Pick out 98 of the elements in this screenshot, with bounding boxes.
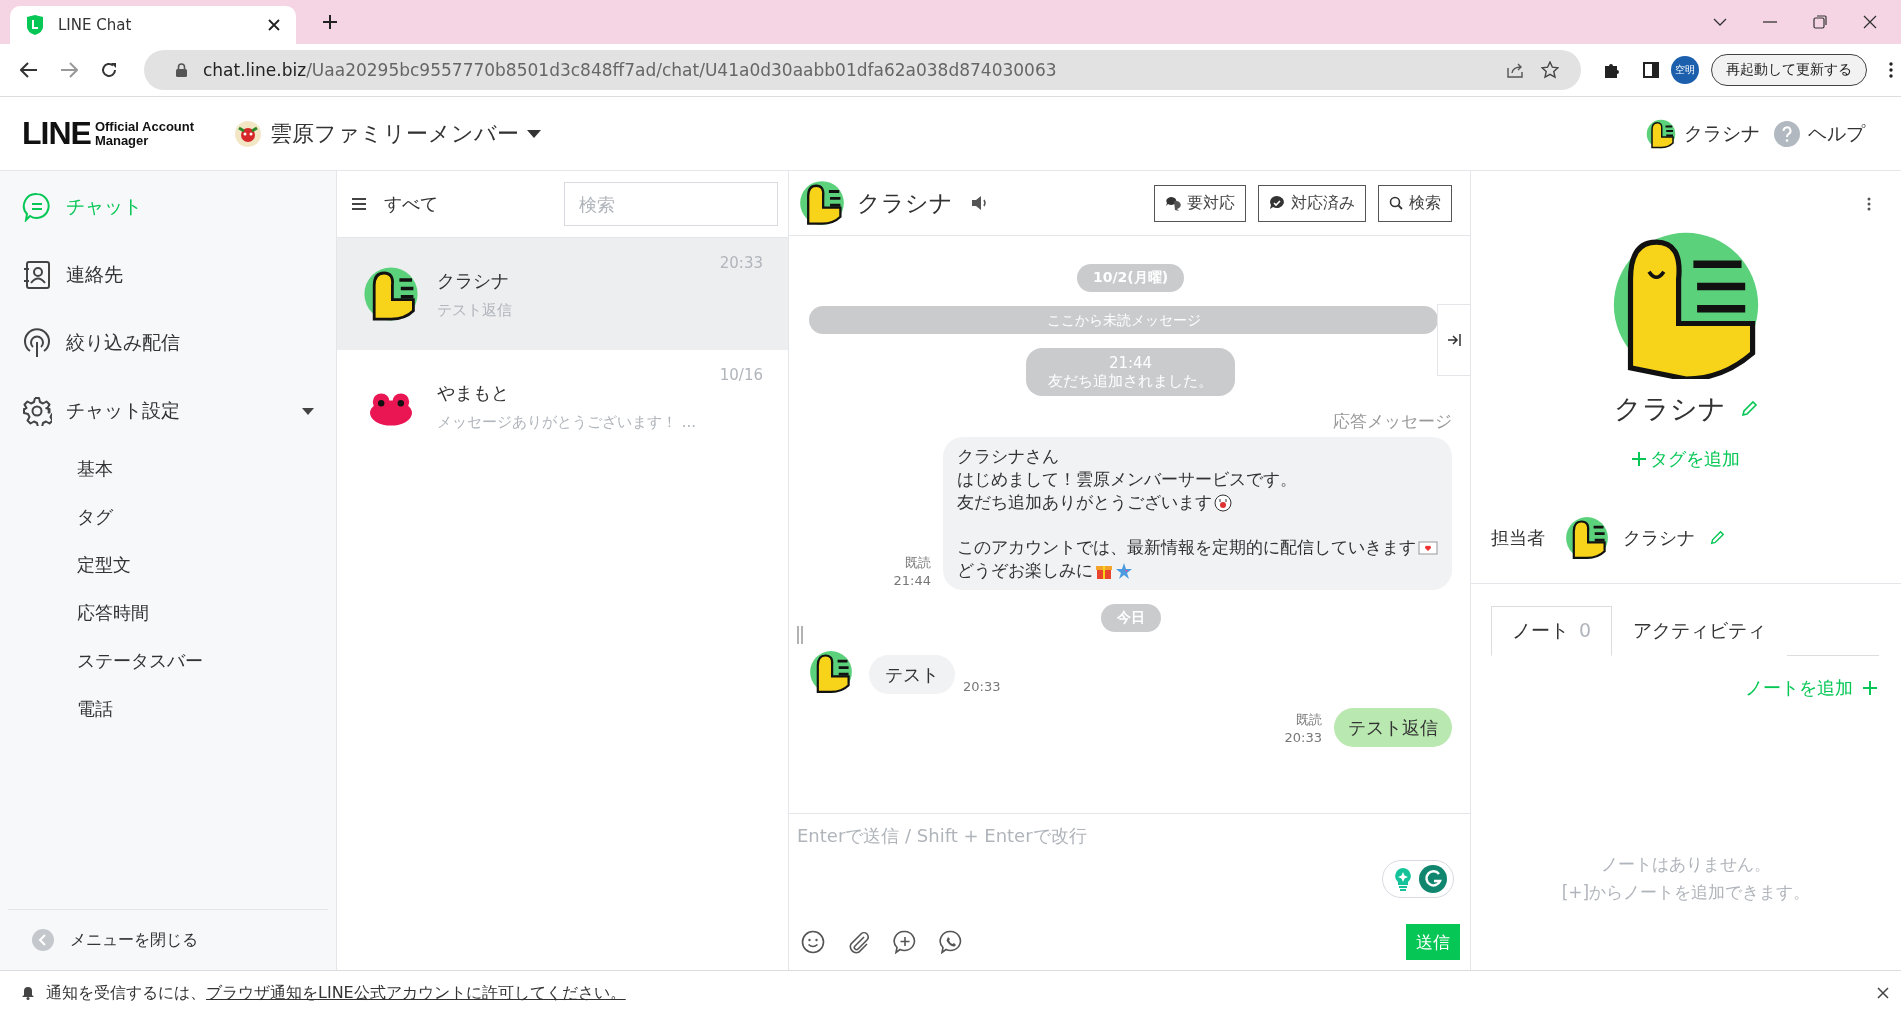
speech-bubbles-icon [1165,195,1181,211]
message-time: 20:33 [719,254,763,272]
sidebar-item[interactable]: 連絡先 [0,241,336,309]
bell-icon [22,986,34,1000]
sidebar-subitem[interactable]: 電話 [0,685,336,733]
message-bubble: クラシナさん はじめまして！雲原メンバーサービスです。 友だち追加ありがとうございます このアカウントでは、最新情報を定期的に配信していきます どうぞお楽しみに [943,437,1452,590]
read-status: 既読 [1296,711,1322,729]
user-avatar-drawing [1646,118,1676,149]
plus-icon [1632,452,1646,466]
envelope-emoji-icon [1418,539,1438,556]
chevron-down-icon[interactable] [1713,18,1727,26]
caret-icon [527,129,542,138]
message-time: 20:33 [963,679,1001,694]
profile-name: クラシナ [1614,392,1726,426]
chat-contact-name: クラシナ [857,188,953,218]
contact-name: クラシナ [437,268,510,293]
close-icon[interactable] [1877,987,1889,999]
panel-toggle-button[interactable] [1437,304,1470,376]
notice-text: 通知を受信するには、ブラウザ通知をLINE公式アカウントに許可してください。 [46,982,626,1004]
notice-link[interactable]: ブラウザ通知をLINE公式アカウントに許可してください。 [206,982,626,1002]
plus-icon [1863,681,1877,695]
phone-call-icon[interactable] [939,930,963,954]
emoji-icon[interactable] [801,930,825,954]
more-icon[interactable] [1889,62,1893,78]
logo-text: LINE [22,115,91,152]
side-panel-icon[interactable] [1643,62,1659,78]
chat-action-button[interactable]: 要対応 [1154,184,1246,222]
filter-label[interactable]: すべて [384,192,438,216]
sidebar-subitem[interactable]: タグ [0,493,336,541]
search-field[interactable]: 検索 [564,182,778,226]
add-message-icon[interactable] [893,930,917,954]
star-emoji-icon [1115,561,1133,580]
smiley-emoji-icon [1214,493,1232,512]
assignee-name: クラシナ [1623,526,1695,550]
account-avatar-icon [234,119,263,148]
chat-action-button[interactable]: 対応済み [1258,184,1366,222]
speaker-icon[interactable] [971,195,989,211]
sidebar-item[interactable]: 絞り込み配信 [0,309,336,377]
update-button[interactable]: 再起動して更新する [1711,54,1867,86]
contact-name: やまもと [437,380,510,405]
forward-icon[interactable] [60,62,78,78]
message-preview: メッセージありがとうございます！ ... [437,412,698,432]
menu-icon[interactable] [352,198,366,210]
avatar-drawing [799,180,845,226]
message-bubble: テスト返信 [1334,708,1452,747]
back-icon[interactable] [20,62,38,78]
avatar-drawing [363,266,419,322]
share-icon[interactable] [1507,62,1525,78]
conversation-item[interactable]: クラシナ テスト返信 20:33 [337,238,788,350]
assignee-avatar-drawing [1565,516,1609,560]
logo-subtitle: Official Account Manager [94,119,195,148]
help-link[interactable]: ヘルプ [1808,120,1865,147]
message-time: 10/16 [719,366,763,384]
paperclip-icon[interactable] [847,930,871,954]
message-time: 21:44 [893,572,931,590]
sidebar-subitem[interactable]: 応答時間 [0,589,336,637]
caret-icon[interactable] [302,407,314,415]
close-menu-link[interactable]: メニューを閉じる [70,929,198,951]
check-bubble-icon [1269,195,1285,211]
contact-card-icon [22,260,52,290]
grammar-logo-icon[interactable] [1419,865,1447,893]
new-tab-icon[interactable] [322,14,338,30]
avatar-drawing [809,650,853,694]
lock-icon [176,63,187,77]
url-text: chat.line.biz/Uaa20295bc9557770b8501d3c848ff7ad/chat/U41a0d30aabb01dfa62a038d874030063 [203,60,1057,80]
close-icon[interactable] [1863,15,1877,29]
search-icon [1389,196,1403,210]
message-time: 20:33 [1284,729,1322,747]
line-logo-icon [26,15,44,35]
sidebar-subitem[interactable]: ステータスバー [0,637,336,685]
tab[interactable]: ノート 0 [1491,606,1613,656]
profile-avatar[interactable]: 空明 [1671,56,1699,84]
address-bar[interactable]: chat.line.biz/Uaa20295bc9557770b8501d3c848ff7ad/chat/U41a0d30aabb01dfa62a038d874030063 [144,50,1581,90]
reload-icon[interactable] [100,61,118,79]
broadcast-icon [22,328,52,358]
chat-action-button[interactable]: 検索 [1378,184,1452,222]
restore-icon[interactable] [1813,15,1827,29]
assignee-label: 担当者 [1491,526,1545,550]
auto-reply-label: 応答メッセージ [1333,410,1452,433]
user-name[interactable]: クラシナ [1684,120,1760,147]
sidebar-subitem[interactable]: 定型文 [0,541,336,589]
arrow-to-bar-icon [1447,334,1461,346]
message-bubble: テスト [869,655,955,694]
chat-icon [22,192,52,222]
empty-notes-message: ノートはありません。 [+]からノートを追加できます。 [1561,853,1811,904]
read-status: 既読 [905,554,931,572]
more-icon[interactable] [1867,197,1871,211]
browser-tab[interactable]: LINE Chat [10,6,296,44]
settings-icon [22,396,52,426]
message-preview: テスト返信 [437,300,513,320]
puzzle-icon[interactable] [1603,61,1621,79]
account-switcher[interactable]: 雲原ファミリーメンバー [234,118,542,149]
sidebar-subitem[interactable]: 基本 [0,445,336,493]
sidebar-item[interactable]: チャット設定 [0,377,336,445]
star-icon[interactable] [1541,61,1559,79]
close-icon[interactable] [268,19,280,31]
resize-handle-icon[interactable] [797,626,803,644]
conversation-item[interactable]: やまもと メッセージありがとうございます！ ... 10/16 [337,350,788,462]
